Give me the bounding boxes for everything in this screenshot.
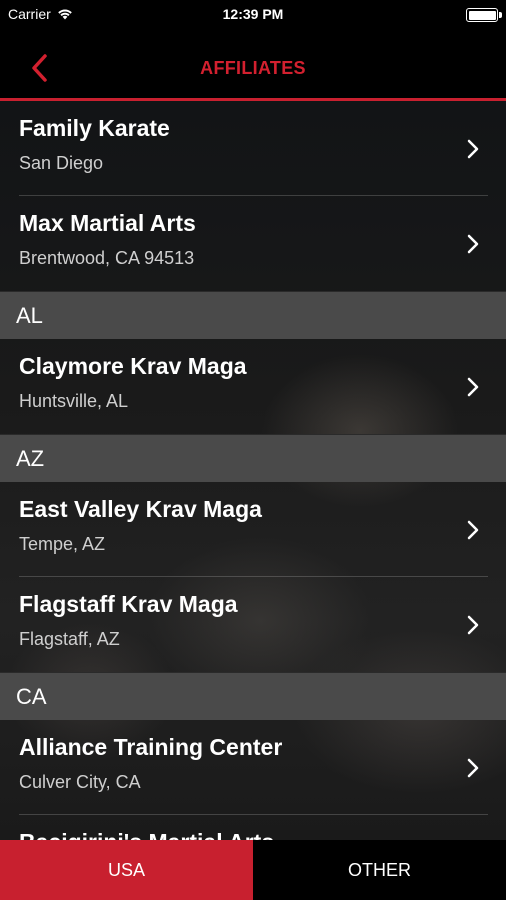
list-item[interactable]: Family Karate San Diego [0,101,506,196]
section-header-al: AL [0,291,506,339]
section-label: AL [16,303,43,328]
affiliate-location: San Diego [19,153,104,173]
affiliates-list[interactable]: Family Karate San Diego Max Martial Arts… [0,101,506,840]
affiliate-name: Claymore Krav Maga [19,353,247,379]
tab-other[interactable]: OTHER [253,840,506,900]
status-bar: Carrier 12:39 PM [0,0,506,28]
list-item[interactable]: Alliance Training Center Culver City, CA [0,720,506,815]
affiliate-location: Flagstaff, AZ [19,629,120,649]
affiliate-location: Tempe, AZ [19,534,106,554]
affiliate-name: Max Martial Arts [19,210,196,236]
chevron-right-icon [467,234,479,254]
chevron-right-icon [467,377,479,397]
section-header-ca: CA [0,672,506,720]
chevron-right-icon [467,139,479,159]
battery-icon [466,8,502,22]
navigation-bar: AFFILIATES [0,28,506,101]
affiliate-name: Bacigirini's Martial Arts [19,829,274,840]
affiliate-location: Culver City, CA [19,772,141,792]
list-item[interactable]: Flagstaff Krav Maga Flagstaff, AZ [0,577,506,672]
chevron-right-icon [467,758,479,778]
affiliate-name: East Valley Krav Maga [19,496,262,522]
section-label: AZ [16,446,45,471]
list-item[interactable]: Bacigirini's Martial Arts [0,815,506,840]
chevron-right-icon [467,520,479,540]
tab-bar: USA OTHER [0,840,506,900]
affiliate-location: Brentwood, CA 94513 [19,248,195,268]
list-item[interactable]: East Valley Krav Maga Tempe, AZ [0,482,506,577]
section-label: CA [16,684,47,709]
section-header-az: AZ [0,434,506,482]
tab-usa[interactable]: USA [0,840,253,900]
list-item[interactable]: Max Martial Arts Brentwood, CA 94513 [0,196,506,291]
chevron-right-icon [467,615,479,635]
affiliate-name: Family Karate [19,115,170,141]
list-item[interactable]: Claymore Krav Maga Huntsville, AL [0,339,506,434]
affiliate-name: Flagstaff Krav Maga [19,591,238,617]
affiliate-name: Alliance Training Center [19,734,283,760]
page-title: AFFILIATES [200,58,306,78]
clock: 12:39 PM [222,6,284,22]
affiliate-location: Huntsville, AL [19,391,129,411]
